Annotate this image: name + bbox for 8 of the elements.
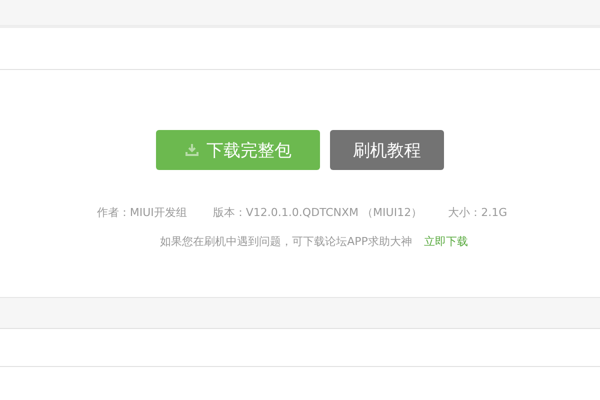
- help-text: 如果您在刷机中遇到问题，可下载论坛APP求助大神: [160, 234, 412, 249]
- info-text: 大小：2.1G: [448, 205, 508, 220]
- tutorial-button[interactable]: 刷机教程: [330, 130, 444, 170]
- info-text: 作者：MIUI开发组: [96, 205, 187, 220]
- download-link[interactable]: 立即下载: [424, 234, 468, 249]
- info-text: 版本：V12.0.1.0.QDTCNXM （MIUI12）: [212, 205, 422, 220]
- download-icon: [184, 143, 198, 157]
- download-button[interactable]: 下载完整包: [156, 130, 320, 170]
